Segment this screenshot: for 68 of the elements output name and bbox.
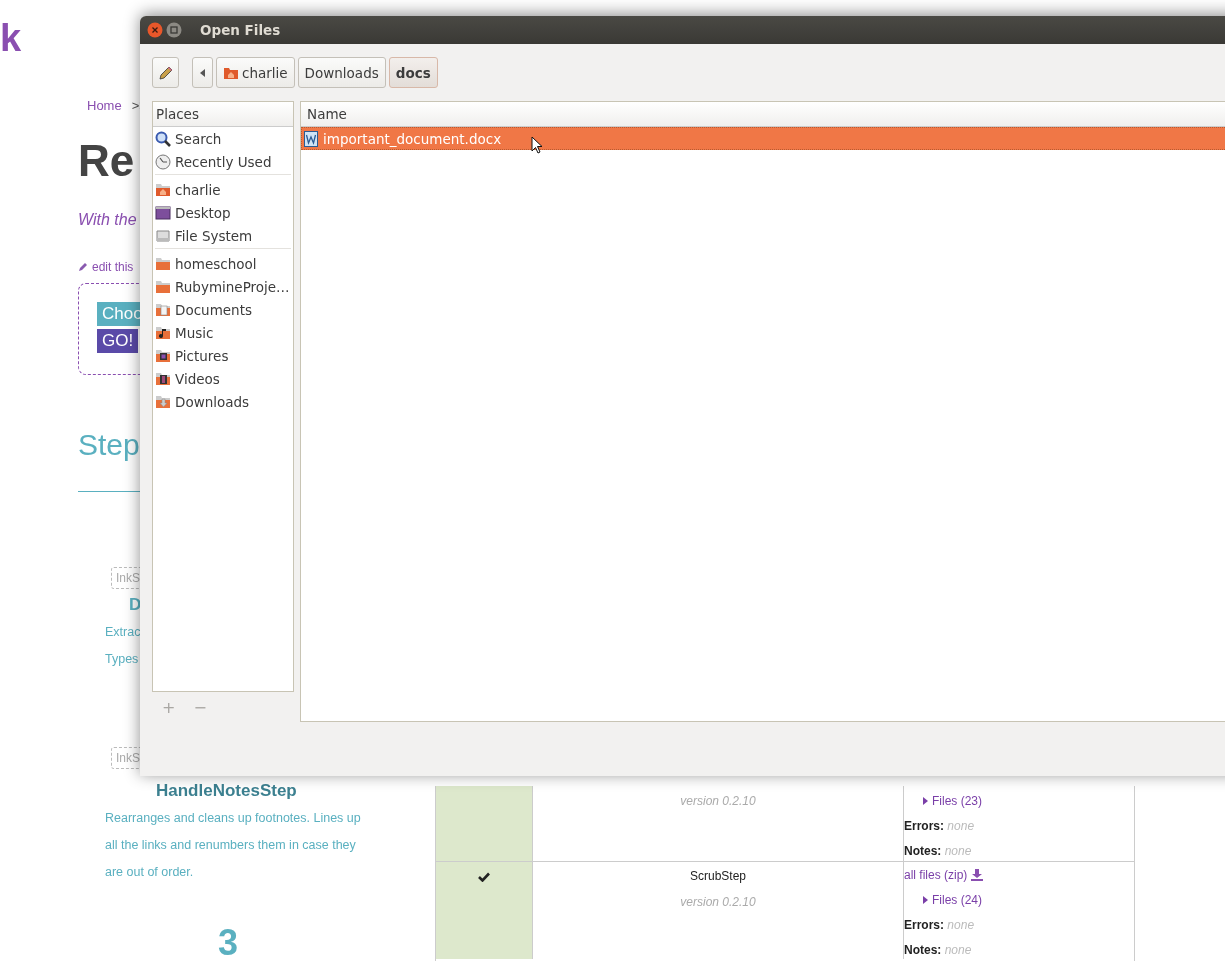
step-description: Extrac xyxy=(105,624,142,641)
place-item[interactable]: Recently Used xyxy=(153,150,294,173)
step-description: Types xyxy=(105,651,140,668)
download-icon xyxy=(971,869,984,881)
errors-label: Errors: xyxy=(904,819,944,833)
edit-link[interactable]: edit this xyxy=(92,260,134,274)
folder-icon xyxy=(155,255,171,272)
clock-icon xyxy=(155,153,171,170)
place-item[interactable]: RubymineProje… xyxy=(153,275,294,298)
drive-icon xyxy=(155,227,171,244)
path-button[interactable]: Downloads xyxy=(297,57,386,88)
folder-icon xyxy=(155,393,171,410)
path-button[interactable]: docs xyxy=(388,57,438,88)
go-button[interactable]: GO! xyxy=(97,329,139,353)
folder-icon xyxy=(155,324,171,341)
place-item[interactable]: Videos xyxy=(153,367,294,390)
place-item[interactable]: Desktop xyxy=(153,201,294,224)
notes-value: none xyxy=(944,943,972,957)
cursor-icon xyxy=(531,136,544,154)
type-path-button[interactable] xyxy=(152,57,179,88)
file-name: important_document.docx xyxy=(323,130,502,147)
folder-icon xyxy=(155,301,171,318)
files-link[interactable]: Files (23) xyxy=(932,794,982,808)
document-icon xyxy=(304,130,319,147)
search-icon xyxy=(155,130,171,147)
errors-value: none xyxy=(947,819,975,833)
page-title: Re xyxy=(78,136,135,186)
pencil-icon xyxy=(157,64,174,81)
folder-icon xyxy=(155,370,171,387)
files-link[interactable]: Files (24) xyxy=(932,893,982,907)
site-logo[interactable]: k xyxy=(0,18,22,58)
desktop-icon xyxy=(155,204,171,221)
place-item[interactable]: Downloads xyxy=(153,390,294,413)
step-name: D xyxy=(129,595,142,615)
path-button[interactable]: charlie xyxy=(216,57,295,88)
notes-value: none xyxy=(944,844,972,858)
folder-icon xyxy=(155,347,171,364)
step-description: Rearranges and cleans up footnotes. Lines up all the links and renumbers them in case they are out of order. xyxy=(105,810,362,881)
place-item[interactable]: charlie xyxy=(153,178,294,201)
pencil-icon xyxy=(78,262,88,272)
notes-label: Notes: xyxy=(904,844,942,858)
download-link[interactable]: all files (zip) xyxy=(904,868,968,882)
folder-icon xyxy=(155,278,171,295)
place-item[interactable]: Pictures xyxy=(153,344,294,367)
place-item[interactable]: Music xyxy=(153,321,294,344)
place-item[interactable]: File System xyxy=(153,224,294,247)
maximize-icon[interactable] xyxy=(166,22,182,38)
expand-icon[interactable] xyxy=(923,797,928,805)
version-text: version 0.2.10 xyxy=(680,794,756,808)
step-number: 3 xyxy=(218,922,239,961)
errors-label: Errors: xyxy=(904,918,944,932)
folder-icon xyxy=(155,181,171,198)
close-icon[interactable] xyxy=(147,22,163,38)
section-heading: Step xyxy=(78,427,140,463)
page-subtitle: With the xyxy=(78,210,137,230)
place-item[interactable]: homeschool xyxy=(153,252,294,275)
expand-icon[interactable] xyxy=(923,896,928,904)
back-button[interactable] xyxy=(192,57,213,88)
notes-label: Notes: xyxy=(904,943,942,957)
version-text: version 0.2.10 xyxy=(680,895,756,909)
errors-value: none xyxy=(947,918,975,932)
left-arrow-icon xyxy=(200,68,205,77)
breadcrumb-link[interactable]: Home xyxy=(87,98,122,114)
place-item[interactable]: Documents xyxy=(153,298,294,321)
step-name: ScrubStep xyxy=(689,868,746,885)
place-item[interactable]: Search xyxy=(153,127,294,150)
step-name: HandleNotesStep xyxy=(156,781,297,801)
window-title: Open Files xyxy=(200,22,281,38)
